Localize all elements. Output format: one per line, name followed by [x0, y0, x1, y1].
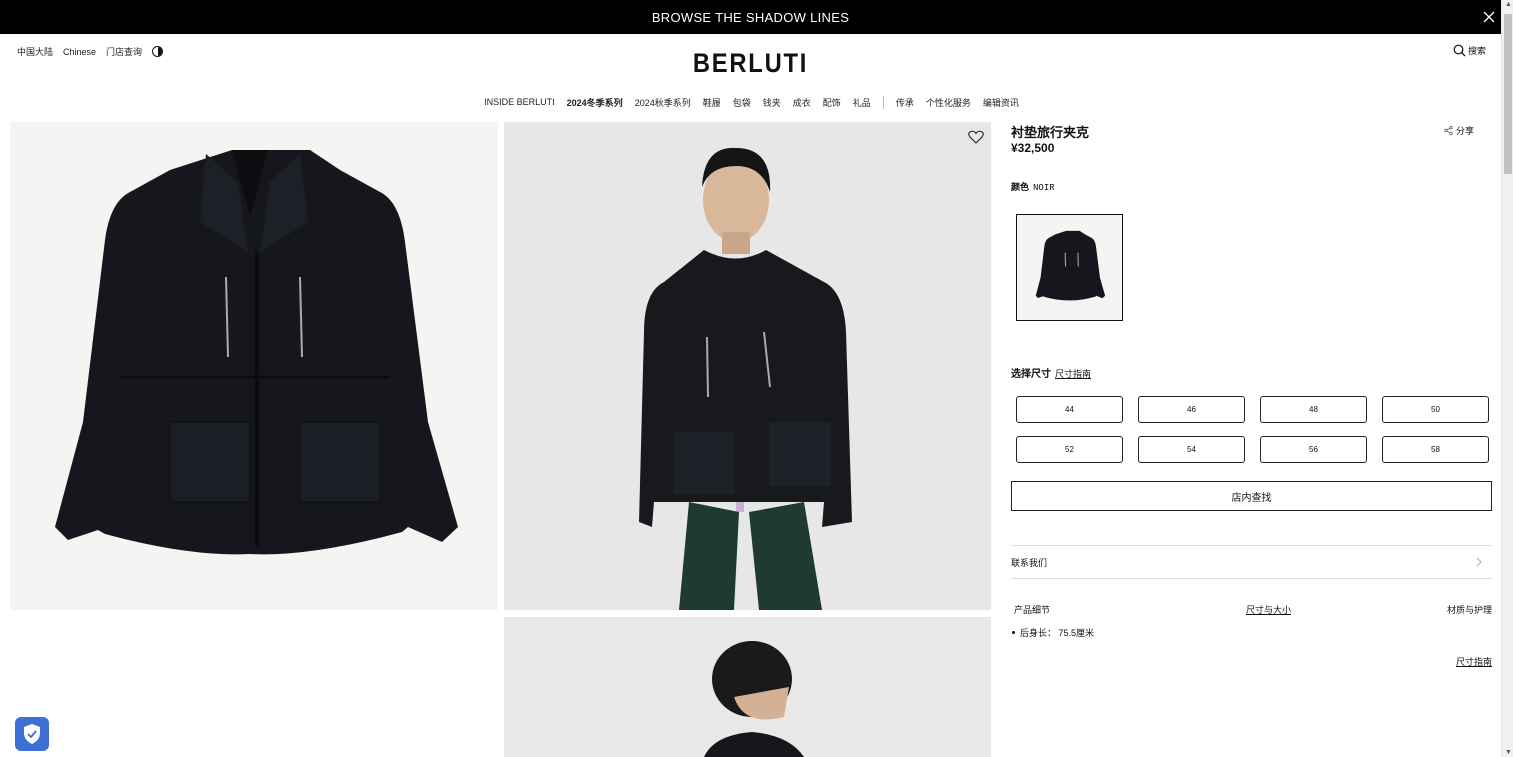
size-option-48[interactable]: 48	[1260, 396, 1367, 423]
nav-item-winter-2024[interactable]: 2024冬季系列	[567, 96, 623, 109]
share-label: 分享	[1455, 126, 1474, 136]
nav-item-personalization[interactable]: 个性化服务	[926, 96, 971, 109]
size-option-50[interactable]: 50	[1382, 396, 1489, 423]
find-in-store-button[interactable]: 店内查找	[1011, 481, 1492, 511]
nav-item-autumn-2024[interactable]: 2024秋季系列	[635, 96, 691, 109]
search-icon	[1453, 44, 1466, 57]
scroll-up-arrow-icon[interactable]: ▲	[1505, 1, 1512, 8]
size-grid: 44 46 48 50 52 54 56 58	[1016, 396, 1489, 463]
berluti-logo[interactable]: BERLUTI	[90, 48, 1411, 79]
promo-banner[interactable]: BROWSE THE SHADOW LINES	[0, 0, 1501, 34]
model-front-image	[504, 122, 991, 610]
model-back-image	[704, 641, 804, 757]
nav-item-ready-to-wear[interactable]: 成衣	[793, 96, 811, 109]
size-label: 选择尺寸	[1011, 369, 1051, 380]
nav-item-editorial[interactable]: 编辑资讯	[983, 96, 1019, 109]
nav-item-heritage[interactable]: 传承	[896, 96, 914, 109]
color-swatch-noir[interactable]	[1016, 214, 1123, 321]
product-tabs: 产品细节 尺寸与大小 材质与护理	[1011, 603, 1492, 616]
size-option-56[interactable]: 56	[1260, 436, 1367, 463]
contact-us-label: 联系我们	[1011, 557, 1048, 568]
size-option-54[interactable]: 54	[1138, 436, 1245, 463]
nav-item-wallets[interactable]: 钱夹	[763, 96, 781, 109]
size-option-46[interactable]: 46	[1138, 396, 1245, 423]
close-icon[interactable]	[1481, 9, 1497, 25]
product-price: ¥32,500	[1011, 141, 1055, 155]
color-value: NOIR	[1033, 183, 1055, 193]
chevron-right-icon	[1476, 557, 1482, 567]
product-image-model[interactable]	[504, 122, 991, 610]
nav-item-inside-berluti[interactable]: INSIDE BERLUTI	[484, 97, 555, 107]
size-guide-link[interactable]: 尺寸指南	[1055, 369, 1091, 379]
color-row: 颜色 NOIR	[1011, 180, 1055, 193]
nav-item-gifts[interactable]: 礼品	[853, 96, 871, 109]
jacket-thumbnail-image	[1035, 230, 1105, 300]
promo-banner-text[interactable]: BROWSE THE SHADOW LINES	[652, 10, 849, 25]
share-icon	[1444, 126, 1453, 135]
size-guide-bottom-link[interactable]: 尺寸指南	[1456, 655, 1492, 668]
product-image-front[interactable]	[10, 122, 498, 610]
tab-size-fit[interactable]: 尺寸与大小	[1246, 603, 1291, 616]
size-option-44[interactable]: 44	[1016, 396, 1123, 423]
size-row: 选择尺寸 尺寸指南	[1011, 365, 1091, 380]
wishlist-heart-icon[interactable]	[968, 130, 984, 144]
main-nav: INSIDE BERLUTI 2024冬季系列 2024秋季系列 鞋履 包袋 钱…	[0, 94, 1501, 110]
search-button[interactable]: 搜索	[1453, 44, 1486, 57]
detail-item: 后身长： 75.5厘米	[1011, 626, 1094, 639]
tab-material-care[interactable]: 材质与护理	[1447, 603, 1492, 616]
scroll-down-arrow-icon[interactable]: ▼	[1505, 749, 1512, 756]
search-label: 搜索	[1468, 46, 1487, 56]
nav-item-accessories[interactable]: 配饰	[823, 96, 841, 109]
size-option-58[interactable]: 58	[1382, 436, 1489, 463]
color-label: 颜色	[1011, 182, 1030, 192]
region-selector[interactable]: 中国大陆	[17, 45, 53, 58]
bullet-icon	[1012, 631, 1015, 634]
size-option-52[interactable]: 52	[1016, 436, 1123, 463]
privacy-shield-button[interactable]	[15, 717, 49, 751]
detail-text: 后身长： 75.5厘米	[1020, 628, 1095, 638]
tab-product-details[interactable]: 产品细节	[1014, 603, 1050, 616]
product-image-back[interactable]	[504, 617, 991, 757]
shield-check-icon	[24, 724, 40, 744]
nav-divider	[882, 95, 884, 109]
page-scrollbar[interactable]: ▲ ▼	[1501, 0, 1513, 757]
scrollbar-thumb[interactable]	[1504, 14, 1512, 174]
product-name: 衬垫旅行夹克	[1011, 125, 1090, 140]
jacket-front-image	[55, 150, 458, 555]
contact-us-row[interactable]: 联系我们	[1011, 545, 1492, 579]
nav-item-bags[interactable]: 包袋	[733, 96, 751, 109]
nav-item-shoes[interactable]: 鞋履	[703, 96, 721, 109]
share-button[interactable]: 分享	[1444, 124, 1474, 137]
